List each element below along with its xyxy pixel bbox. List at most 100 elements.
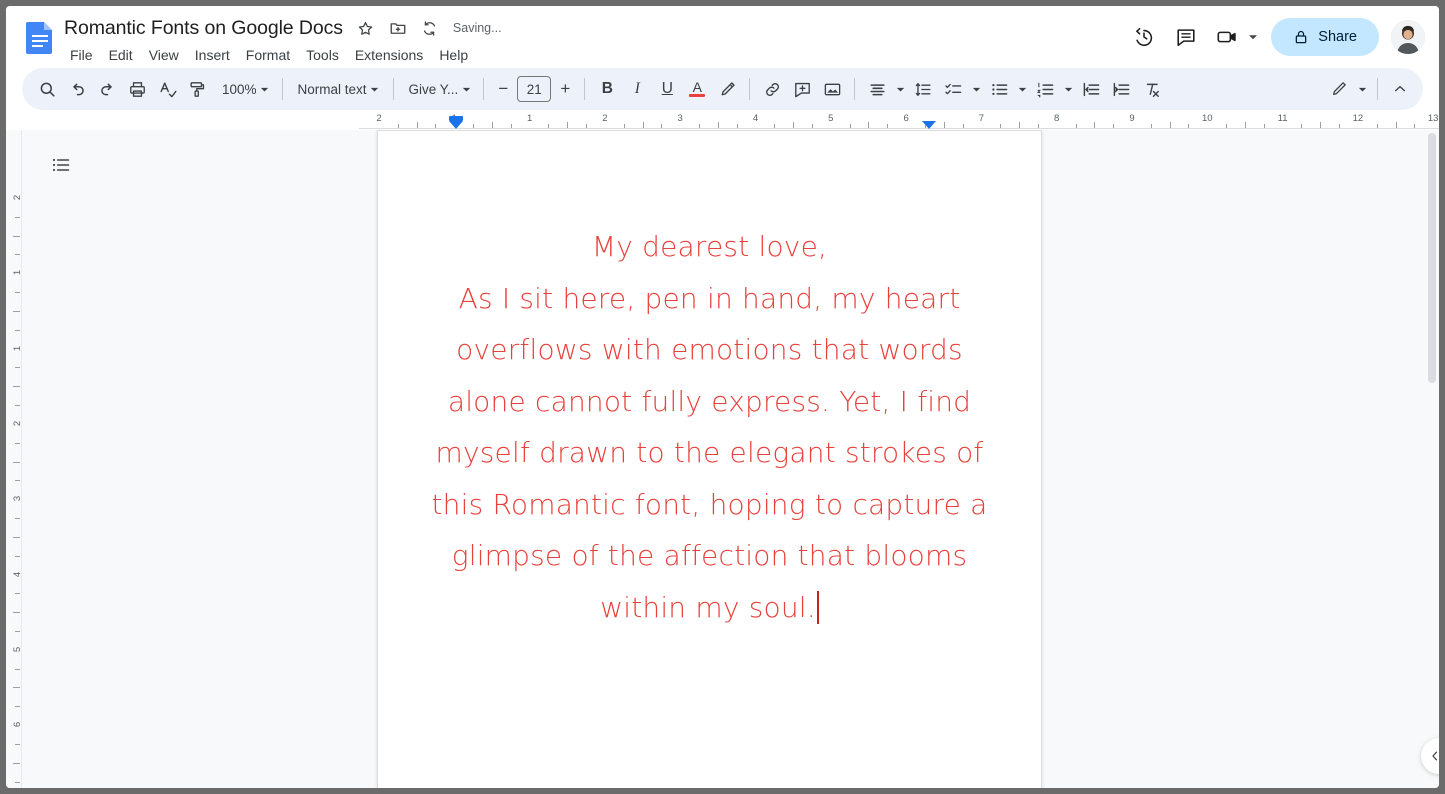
ruler-label: 2 [602,113,608,124]
ruler-tick [1226,124,1228,128]
vertical-ruler[interactable]: 211234567891011121314 [6,130,23,788]
editing-mode-chevron-down-icon[interactable] [1354,74,1370,104]
vruler-tick [13,536,20,538]
ruler-tick [586,124,588,128]
ruler-tick [699,124,701,128]
chevron-up-icon[interactable] [1385,74,1415,104]
vruler-tick [15,442,20,444]
document-text-body[interactable]: My dearest love, As I sit here, pen in h… [378,221,1041,633]
print-icon[interactable] [122,74,152,104]
document-area: 211234567891011121314 My dearest love, A… [6,130,1439,788]
ruler-tick [1150,124,1152,128]
ruler-tick [1094,122,1096,128]
menu-view[interactable]: View [141,44,187,66]
right-indent-marker[interactable] [922,121,936,129]
increase-indent-icon[interactable] [1106,74,1136,104]
document-page[interactable]: My dearest love, As I sit here, pen in h… [377,130,1042,788]
document-title[interactable]: Romantic Fonts on Google Docs [60,15,347,42]
share-button[interactable]: Share [1271,18,1379,56]
menu-insert[interactable]: Insert [187,44,238,66]
chevron-left-icon[interactable] [1421,738,1439,774]
comments-icon[interactable] [1167,18,1205,56]
menu-extensions[interactable]: Extensions [347,44,431,66]
font-chevron-down-icon[interactable] [458,74,474,104]
bold-button[interactable]: B [592,74,622,104]
clear-formatting-icon[interactable] [1136,74,1166,104]
ruler-tick [548,124,550,128]
ruler-tick [811,124,813,128]
avatar[interactable] [1391,20,1425,54]
menu-format[interactable]: Format [238,44,298,66]
vertical-scrollbar-thumb[interactable] [1428,133,1436,383]
meet-chevron-down-icon[interactable] [1247,31,1259,43]
zoom-chevron-down-icon[interactable] [257,74,273,104]
ruler-label: 7 [978,113,985,124]
bulleted-list-chevron-down-icon[interactable] [1014,74,1030,104]
insert-link-icon[interactable] [757,74,787,104]
spellcheck-icon[interactable] [152,74,182,104]
menu-help[interactable]: Help [431,44,476,66]
checklist-chevron-down-icon[interactable] [968,74,984,104]
toolbar-divider [483,78,485,100]
vruler-tick [13,461,20,463]
document-canvas[interactable]: My dearest love, As I sit here, pen in h… [22,130,1439,788]
google-docs-logo-icon [24,20,56,56]
font-size-decrease-button[interactable]: − [491,76,515,102]
redo-icon[interactable] [92,74,122,104]
ruler-label: 6 [903,113,909,124]
horizontal-ruler[interactable]: 21123456789101112131415 [6,113,1439,130]
vruler-label: 2 [11,194,23,201]
bulleted-list-icon[interactable] [984,74,1014,104]
toolbar-right-group [1324,74,1415,104]
ruler-tick [510,124,512,128]
menu-file[interactable]: File [62,44,101,66]
text-color-button[interactable]: A [682,74,712,104]
add-comment-icon[interactable] [787,74,817,104]
left-indent-marker[interactable] [449,121,463,129]
menu-tools[interactable]: Tools [298,44,347,66]
ruler-tick [491,122,493,128]
font-size-input[interactable] [517,76,552,102]
meet-call-button[interactable] [1209,18,1261,56]
vertical-scrollbar[interactable] [1425,130,1439,788]
font-family-selector[interactable]: Give Y... [401,70,477,108]
insert-image-icon[interactable] [817,74,847,104]
undo-icon[interactable] [62,74,92,104]
zoom-selector[interactable]: 100% [214,71,275,107]
numbered-list-icon[interactable] [1030,74,1060,104]
google-docs-window: Romantic Fonts on Google Docs Saving... … [6,6,1439,788]
numbered-list-chevron-down-icon[interactable] [1060,74,1076,104]
underline-button[interactable]: U [652,74,682,104]
highlight-pen-icon[interactable] [712,74,742,104]
align-center-icon[interactable] [862,74,892,104]
toolbar-divider [281,78,283,100]
move-to-folder-icon[interactable] [385,15,411,41]
checklist-icon[interactable] [938,74,968,104]
offline-sync-icon[interactable] [417,15,443,41]
ruler-tick [1113,124,1115,128]
ruler-tick [435,124,437,128]
paragraph-style-selector[interactable]: Normal text [290,70,386,108]
ruler-tick [1075,124,1077,128]
version-history-icon[interactable] [1125,18,1163,56]
vruler-tick [13,687,20,689]
decrease-indent-icon[interactable] [1076,74,1106,104]
star-icon[interactable] [353,15,379,41]
vruler-label: 3 [11,496,23,502]
ruler-label: 2 [376,113,382,124]
video-camera-icon[interactable] [1209,18,1247,56]
first-line-indent-marker[interactable] [449,116,463,121]
italic-button[interactable]: I [622,74,652,104]
editing-mode-pencil-icon[interactable] [1324,74,1354,104]
vruler-tick [15,593,20,595]
line-spacing-icon[interactable] [908,74,938,104]
paint-format-icon[interactable] [182,74,212,104]
vruler-tick [15,480,20,482]
menu-edit[interactable]: Edit [101,44,141,66]
font-size-increase-button[interactable]: + [553,76,577,102]
align-chevron-down-icon[interactable] [892,74,908,104]
style-chevron-down-icon[interactable] [367,74,383,104]
app-header: Romantic Fonts on Google Docs Saving... … [6,6,1439,68]
document-salutation: My dearest love, [591,230,828,263]
search-icon[interactable] [32,74,62,104]
